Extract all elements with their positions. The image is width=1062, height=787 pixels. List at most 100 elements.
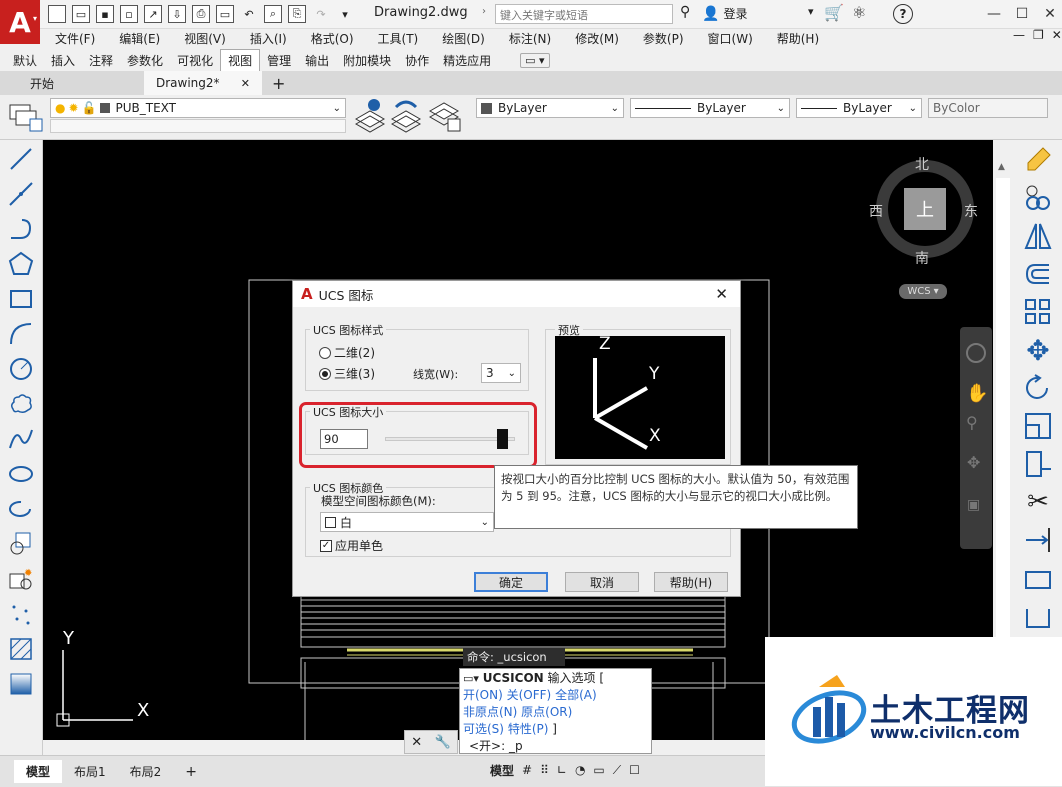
- help-button[interactable]: 帮助(H): [654, 572, 728, 592]
- option-props[interactable]: 特性(P): [508, 722, 549, 736]
- undo-icon[interactable]: ↶: [240, 5, 258, 23]
- move-icon[interactable]: ✥: [1020, 332, 1056, 368]
- menu-item-modify[interactable]: 修改(M): [575, 30, 619, 47]
- menu-item-file[interactable]: 文件(F): [55, 30, 95, 47]
- tab-addins[interactable]: 附加模块: [336, 50, 398, 71]
- tab-start[interactable]: 开始: [0, 71, 120, 95]
- showmotion-icon[interactable]: ▣: [967, 497, 980, 513]
- menu-item-tools[interactable]: 工具(T): [378, 30, 419, 47]
- line-tool-icon[interactable]: [6, 144, 36, 174]
- new-file-icon[interactable]: [48, 5, 66, 23]
- doc-close-icon[interactable]: ✕: [1052, 28, 1062, 42]
- revision-cloud-icon[interactable]: [6, 389, 36, 419]
- command-window[interactable]: ▭▾ UCSICON 输入选项 [ 开(ON) 关(OFF) 全部(A) 非原点…: [459, 668, 652, 754]
- zoom-extents-icon[interactable]: ⚲: [966, 413, 978, 432]
- redo-icon[interactable]: ↷: [312, 5, 330, 23]
- menu-item-view[interactable]: 视图(V): [184, 30, 226, 47]
- osnap-icon[interactable]: ▭: [593, 763, 604, 777]
- checkbox-icon[interactable]: ✓: [320, 539, 332, 552]
- menu-item-insert[interactable]: 插入(I): [250, 30, 287, 47]
- customize-wrench-icon[interactable]: 🔧: [435, 735, 451, 750]
- tab-layout2[interactable]: 布局2: [118, 760, 174, 783]
- menu-item-draw[interactable]: 绘图(D): [442, 30, 485, 47]
- rotate-icon[interactable]: [1020, 370, 1056, 406]
- model-color-select[interactable]: 白 ⌄: [320, 512, 494, 532]
- polyline-icon[interactable]: [6, 214, 36, 244]
- dialog-close-icon[interactable]: ✕: [715, 285, 728, 303]
- gradient-icon[interactable]: [6, 669, 36, 699]
- tab-collaborate[interactable]: 协作: [398, 50, 436, 71]
- compass-south[interactable]: 南: [915, 248, 929, 268]
- connect-icon[interactable]: ⚛: [852, 3, 866, 22]
- scroll-up-icon[interactable]: ▲: [998, 162, 1005, 172]
- tab-drawing2[interactable]: Drawing2* ✕: [144, 71, 262, 95]
- help-icon[interactable]: ?: [893, 4, 913, 24]
- spline-icon[interactable]: [6, 424, 36, 454]
- menu-item-window[interactable]: 窗口(W): [708, 30, 753, 47]
- ortho-icon[interactable]: ∟: [557, 763, 567, 777]
- tab-default[interactable]: 默认: [6, 50, 44, 71]
- tab-view[interactable]: 视图: [220, 49, 261, 71]
- tab-manage[interactable]: 管理: [260, 50, 298, 71]
- zoom-icon[interactable]: ⌕: [264, 5, 282, 23]
- tab-layout1[interactable]: 布局1: [62, 760, 118, 783]
- option-on[interactable]: 开(ON): [463, 688, 503, 702]
- tab-insert[interactable]: 插入: [44, 50, 82, 71]
- linetype-dropdown[interactable]: ByLayer ⌄: [630, 98, 790, 118]
- layer-state-icon[interactable]: [426, 97, 462, 133]
- binoculars-icon[interactable]: ⚲: [680, 4, 690, 20]
- layer-dropdown[interactable]: ● ✹ 🔓 PUB_TEXT ⌄: [50, 98, 346, 118]
- radio-2d-circle[interactable]: [319, 346, 331, 359]
- tab-featured-apps[interactable]: 精选应用: [436, 50, 498, 71]
- extend-icon[interactable]: [1020, 522, 1056, 558]
- break-icon[interactable]: [1020, 560, 1056, 596]
- close-tab-icon[interactable]: ✕: [241, 77, 250, 90]
- viewcube-top-face[interactable]: 上: [904, 188, 946, 230]
- print-icon[interactable]: ⎙: [192, 5, 210, 23]
- arc-icon[interactable]: [6, 319, 36, 349]
- pan-hand-icon[interactable]: ✋: [966, 383, 988, 404]
- otrack-icon[interactable]: ⟋: [613, 763, 621, 778]
- option-off[interactable]: 关(OFF): [507, 688, 552, 702]
- point-icon[interactable]: [6, 599, 36, 629]
- lineweight-dropdown[interactable]: ByLayer ⌄: [796, 98, 922, 118]
- snap-icon[interactable]: ⠿: [540, 763, 549, 777]
- mono-checkbox[interactable]: ✓ 应用单色: [320, 537, 383, 554]
- match-icon[interactable]: ⎘: [288, 5, 306, 23]
- login-dropdown-icon[interactable]: ▾: [808, 5, 814, 18]
- tab-parametric[interactable]: 参数化: [120, 50, 170, 71]
- mirror-icon[interactable]: [1020, 218, 1056, 254]
- color-dropdown[interactable]: ByLayer ⌄: [476, 98, 624, 118]
- circle-icon[interactable]: [6, 354, 36, 384]
- menu-item-help[interactable]: 帮助(H): [777, 30, 819, 47]
- maximize-icon[interactable]: ☐: [1008, 2, 1036, 26]
- menu-item-edit[interactable]: 编辑(E): [119, 30, 160, 47]
- polygon-icon[interactable]: [6, 249, 36, 279]
- menu-item-format[interactable]: 格式(O): [311, 30, 354, 47]
- join-icon[interactable]: [1020, 598, 1056, 634]
- close-command-line-icon[interactable]: ✕: [411, 735, 422, 750]
- ellipse-icon[interactable]: [6, 459, 36, 489]
- radio-3d-circle[interactable]: [319, 367, 331, 380]
- close-icon[interactable]: ✕: [1036, 2, 1062, 26]
- tab-output[interactable]: 输出: [298, 50, 336, 71]
- polar-icon[interactable]: ◔: [575, 763, 585, 777]
- radio-3d[interactable]: 三维(3): [319, 365, 375, 382]
- tab-annotate[interactable]: 注释: [82, 50, 120, 71]
- doc-minimize-icon[interactable]: —: [1013, 28, 1025, 42]
- scale-icon[interactable]: [1020, 408, 1056, 444]
- menu-item-dimension[interactable]: 标注(N): [509, 30, 551, 47]
- make-block-icon[interactable]: ✹: [6, 564, 36, 594]
- erase-icon[interactable]: [1020, 142, 1056, 178]
- open-file-icon[interactable]: ▭: [72, 5, 90, 23]
- cart-icon[interactable]: 🛒: [824, 3, 844, 22]
- stretch-icon[interactable]: [1020, 446, 1056, 482]
- plot-icon[interactable]: ▭: [216, 5, 234, 23]
- option-select[interactable]: 可选(S): [463, 722, 504, 736]
- compass-west[interactable]: 西: [869, 201, 883, 221]
- export-icon[interactable]: ↗: [144, 5, 162, 23]
- save-as-icon[interactable]: ▫: [120, 5, 138, 23]
- compass-east[interactable]: 东: [964, 201, 978, 221]
- make-current-layer-icon[interactable]: [352, 97, 388, 133]
- ok-button[interactable]: 确定: [474, 572, 548, 592]
